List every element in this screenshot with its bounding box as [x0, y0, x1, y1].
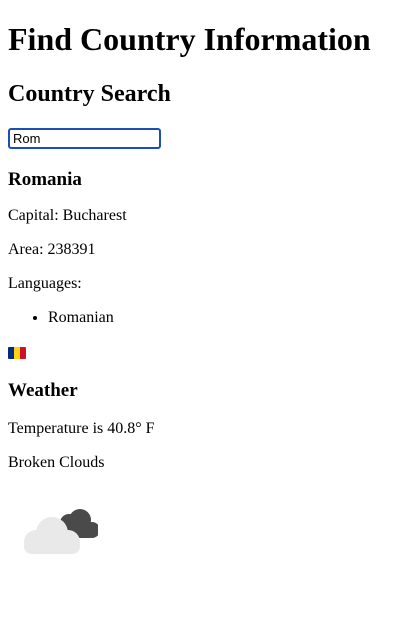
country-search-input[interactable] — [8, 128, 161, 149]
section-title: Country Search — [8, 81, 171, 107]
flag-stripe-red — [20, 347, 26, 359]
weather-description: Broken Clouds — [8, 454, 105, 471]
page-title: Find Country Information — [8, 21, 371, 57]
country-area: Area: 238391 — [8, 241, 96, 258]
search-container — [8, 128, 395, 149]
country-capital: Capital: Bucharest — [8, 207, 127, 224]
country-flag-icon — [8, 347, 26, 359]
language-item: Romanian — [48, 309, 395, 327]
weather-heading: Weather — [8, 380, 78, 401]
languages-list: Romanian — [8, 309, 395, 327]
weather-temperature: Temperature is 40.8° F — [8, 420, 155, 437]
broken-clouds-icon — [22, 506, 100, 556]
country-name: Romania — [8, 169, 82, 190]
languages-label: Languages: — [8, 275, 82, 292]
page: Find Country Information Country Search … — [0, 21, 403, 556]
